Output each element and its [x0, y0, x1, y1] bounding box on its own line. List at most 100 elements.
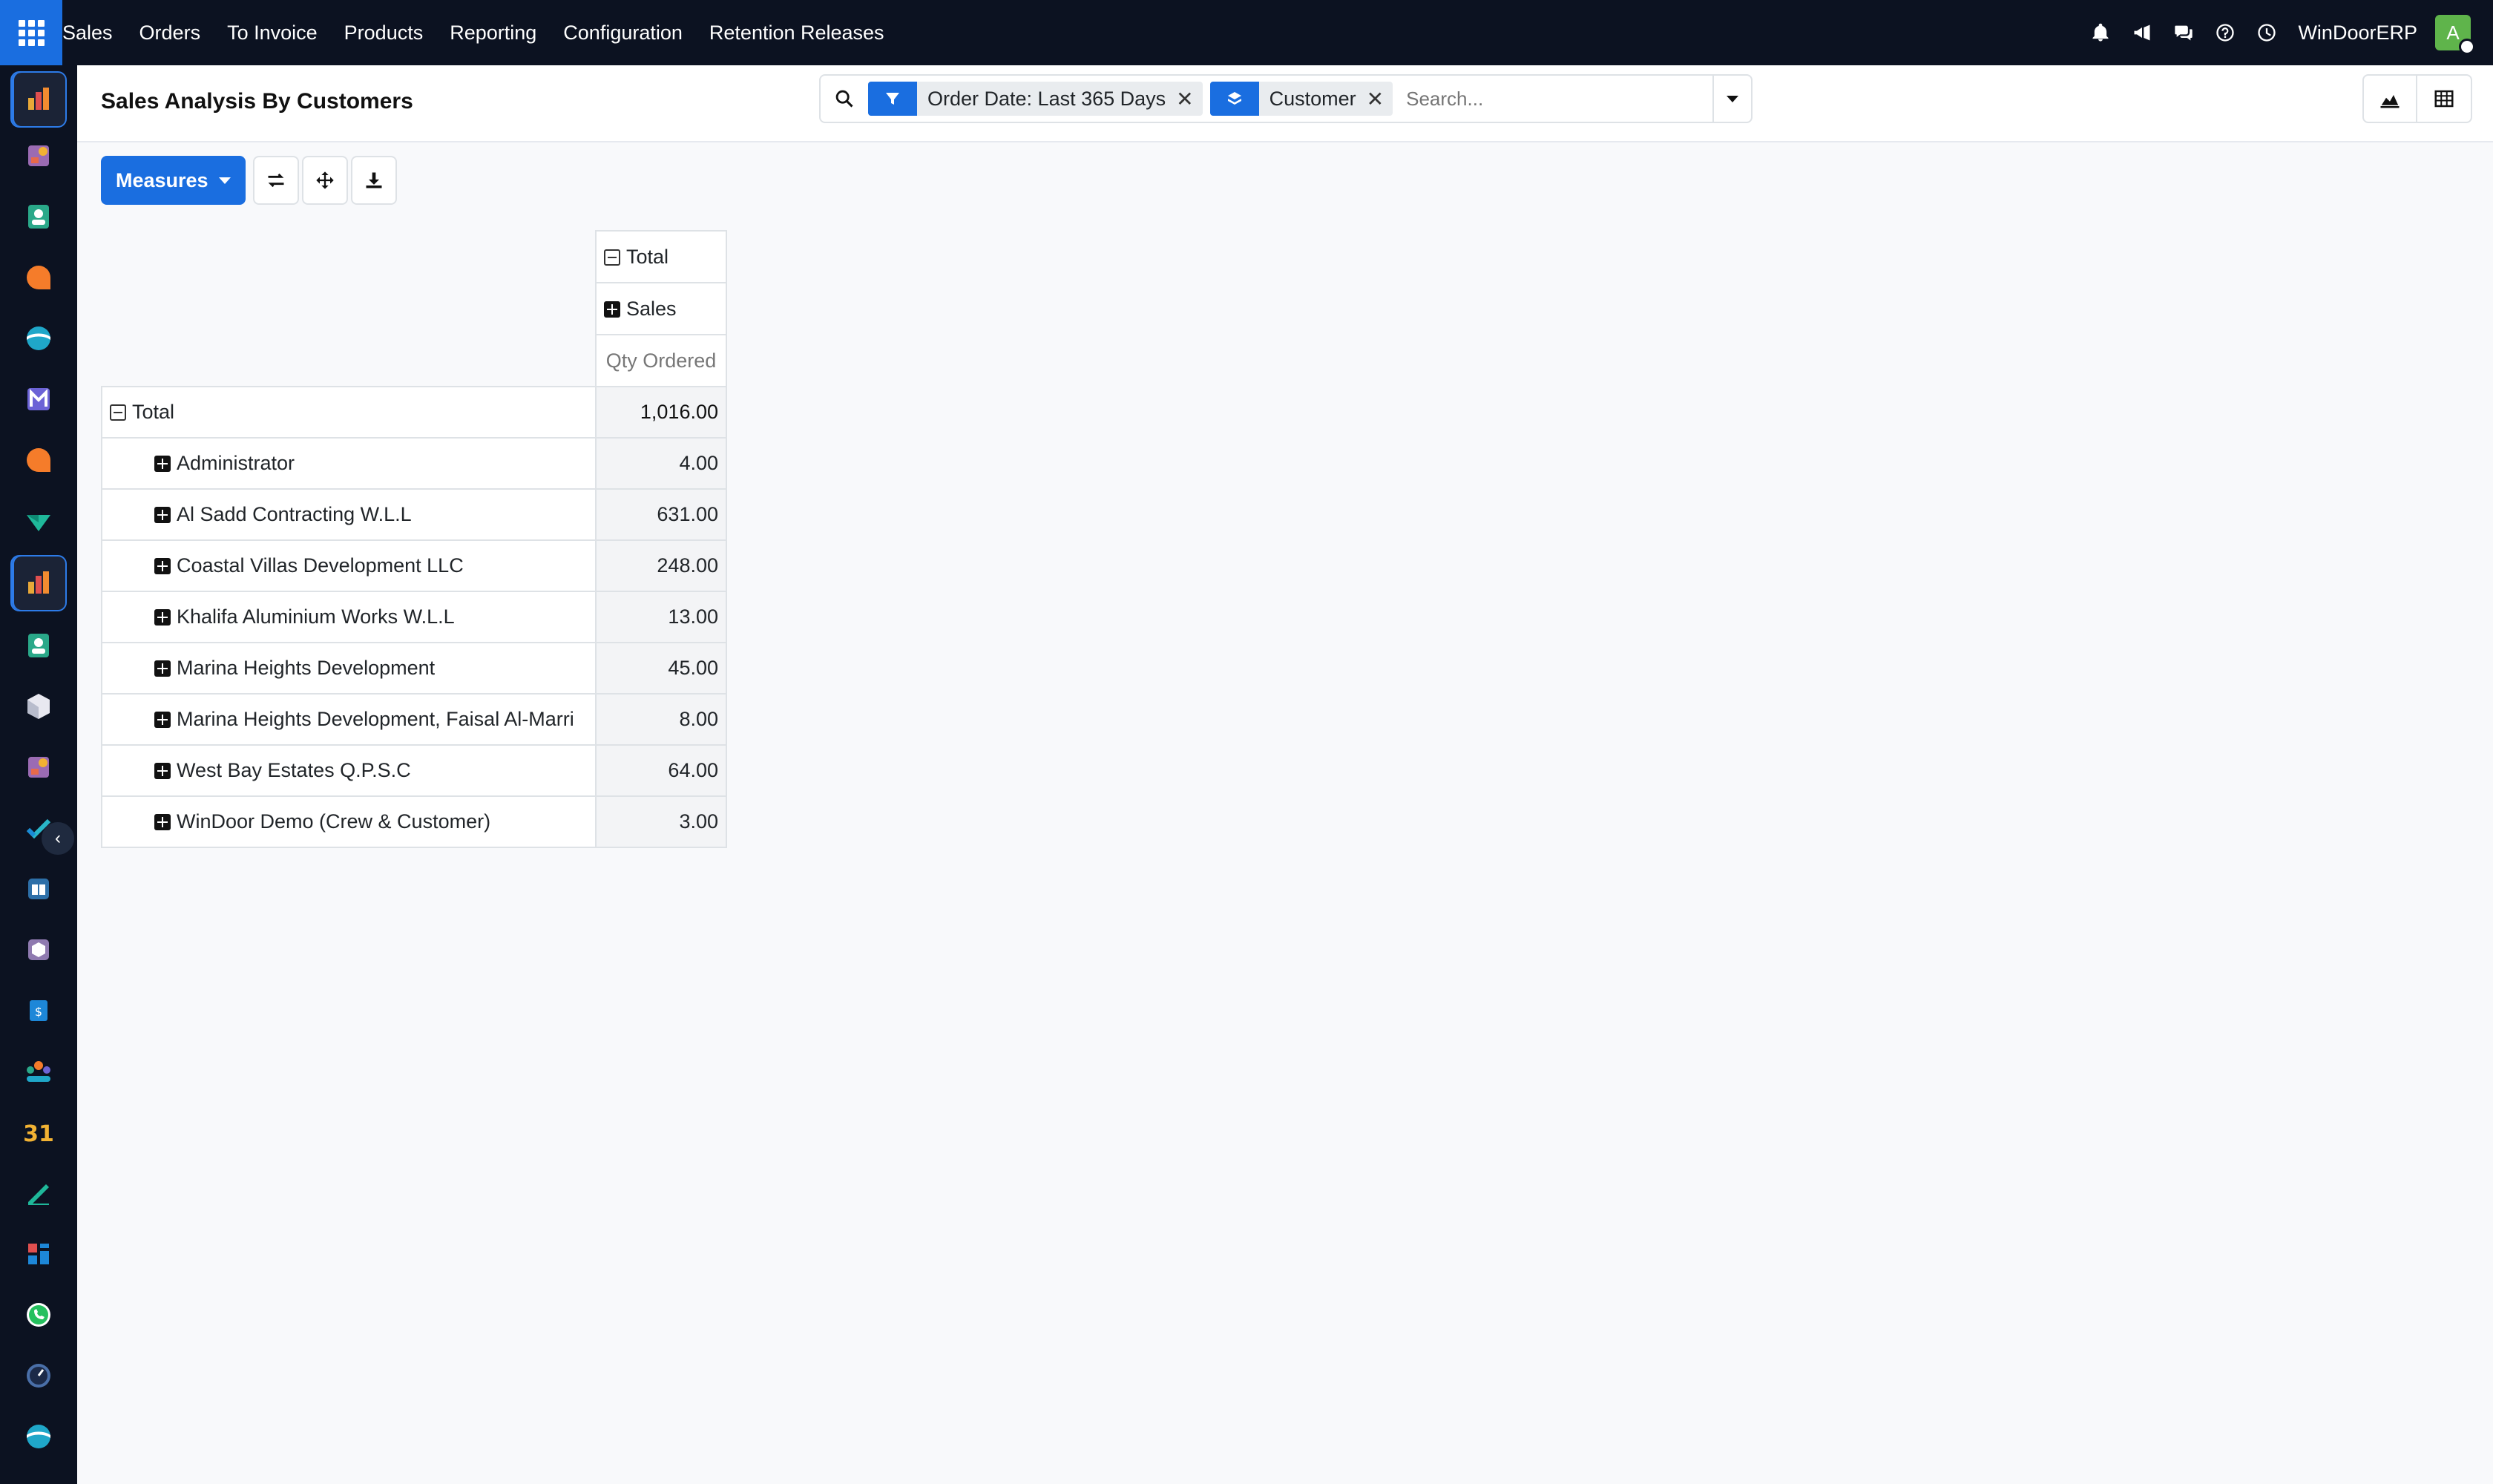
dock-inventory-app[interactable] — [10, 493, 67, 549]
dashboards-app-icon — [28, 1244, 49, 1264]
menu-sales[interactable]: Sales — [62, 0, 126, 65]
presence-status-icon — [2459, 39, 2475, 55]
row-label: Marina Heights Development — [177, 657, 436, 679]
measures-dropdown-button[interactable]: Measures — [101, 156, 246, 205]
dock-calendar-app[interactable]: 31 — [10, 1104, 67, 1160]
dock-dashboards-app[interactable] — [10, 1226, 67, 1282]
col-header-total[interactable]: Total — [595, 230, 727, 283]
expand-icon — [154, 814, 171, 830]
dock-time-off-app[interactable] — [10, 1347, 67, 1404]
app-dock: $ 31 ‹ — [0, 65, 77, 1484]
discuss-app-icon — [27, 266, 50, 289]
arrows-move-icon — [315, 171, 334, 189]
row-header[interactable]: Administrator — [101, 437, 597, 490]
value-cell[interactable]: 45.00 — [595, 642, 727, 695]
graph-view-button[interactable] — [2362, 74, 2417, 123]
dock-contacts-app[interactable] — [10, 188, 67, 245]
email-marketing-app-icon — [27, 388, 50, 410]
dock-team-app[interactable] — [10, 1043, 67, 1100]
filter-facet: Order Date: Last 365 Days ✕ — [868, 82, 1203, 116]
collapse-dock-button[interactable]: ‹ — [42, 822, 74, 855]
search-icon[interactable] — [821, 76, 868, 122]
value-cell[interactable]: 8.00 — [595, 693, 727, 746]
menu-retention-releases[interactable]: Retention Releases — [696, 0, 898, 65]
dock-knowledge-app[interactable] — [10, 861, 67, 917]
systray: WinDoorERP A — [2080, 0, 2493, 65]
chat-icon[interactable] — [2163, 0, 2204, 65]
download-xlsx-button[interactable] — [350, 156, 397, 205]
sales-app-icon — [28, 571, 49, 594]
expand-icon — [154, 712, 171, 728]
search-input[interactable] — [1400, 76, 1712, 121]
megaphone-icon[interactable] — [2121, 0, 2163, 65]
area-chart-icon — [2380, 95, 2400, 108]
dock-purchase-app[interactable] — [10, 678, 67, 735]
col-total-label: Total — [626, 245, 669, 268]
remove-facet-close-icon[interactable]: ✕ — [1176, 87, 1202, 111]
pivot-toolbar: Measures — [101, 156, 397, 205]
value-cell[interactable]: 64.00 — [595, 744, 727, 797]
dock-sales-app[interactable] — [10, 71, 67, 128]
row-header[interactable]: Al Sadd Contracting W.L.L — [101, 488, 597, 541]
row-header[interactable]: Khalifa Aluminium Works W.L.L — [101, 591, 597, 643]
table-row: Coastal Villas Development LLC 248.00 — [101, 539, 727, 592]
row-header-total[interactable]: Total — [101, 386, 597, 439]
grand-total-cell[interactable]: 1,016.00 — [595, 386, 727, 439]
search-options-toggle[interactable] — [1712, 76, 1751, 122]
group-by-layers-icon — [1209, 82, 1259, 116]
row-header[interactable]: Marina Heights Development, Faisal Al-Ma… — [101, 693, 597, 746]
company-switcher[interactable]: WinDoorERP — [2298, 22, 2417, 45]
project-app-icon — [28, 145, 49, 166]
dock-discuss-app[interactable] — [10, 249, 67, 306]
field-service-app-icon — [28, 757, 49, 778]
table-row: Administrator 4.00 — [101, 437, 727, 490]
menu-products[interactable]: Products — [331, 0, 437, 65]
pivot-view-button[interactable] — [2417, 74, 2472, 123]
value-cell[interactable]: 631.00 — [595, 488, 727, 541]
row-header[interactable]: Coastal Villas Development LLC — [101, 539, 597, 592]
page-title: Sales Analysis By Customers — [101, 89, 413, 114]
row-header[interactable]: West Bay Estates Q.P.S.C — [101, 744, 597, 797]
menu-reporting[interactable]: Reporting — [436, 0, 550, 65]
dock-employees-app[interactable] — [10, 617, 67, 674]
dock-email-marketing-app[interactable] — [10, 371, 67, 427]
dock-live-chat-app[interactable] — [10, 432, 67, 488]
facet-label: Order Date: Last 365 Days — [927, 87, 1166, 110]
value-cell[interactable]: 4.00 — [595, 437, 727, 490]
dock-whatsapp-app[interactable] — [10, 1287, 67, 1343]
menu-configuration[interactable]: Configuration — [550, 0, 696, 65]
value-cell[interactable]: 3.00 — [595, 795, 727, 848]
clock-icon[interactable] — [2246, 0, 2287, 65]
value-cell[interactable]: 13.00 — [595, 591, 727, 643]
dock-field-service-app[interactable] — [10, 739, 67, 795]
facet-label: Customer — [1269, 87, 1356, 110]
dock-project-app[interactable] — [10, 128, 67, 184]
team-app-icon — [27, 1061, 50, 1082]
row-header[interactable]: Marina Heights Development — [101, 642, 597, 695]
expand-icon — [154, 763, 171, 779]
dock-accounting-app[interactable]: $ — [10, 982, 67, 1039]
dock-website-app[interactable] — [10, 310, 67, 367]
expand-all-button[interactable] — [301, 156, 348, 205]
menu-to-invoice[interactable]: To Invoice — [214, 0, 331, 65]
menu-orders[interactable]: Orders — [126, 0, 214, 65]
live-chat-app-icon — [27, 448, 50, 472]
expand-icon — [154, 609, 171, 626]
collapse-icon — [110, 404, 126, 421]
table-row: Al Sadd Contracting W.L.L 631.00 — [101, 488, 727, 541]
purchase-app-icon — [27, 694, 50, 719]
col-header-sales[interactable]: Sales — [595, 282, 727, 335]
row-header[interactable]: WinDoor Demo (Crew & Customer) — [101, 795, 597, 848]
value-cell[interactable]: 248.00 — [595, 539, 727, 592]
help-icon[interactable] — [2204, 0, 2246, 65]
dock-sign-app[interactable] — [10, 1165, 67, 1221]
user-avatar[interactable]: A — [2435, 15, 2475, 55]
measure-header[interactable]: Qty Ordered — [595, 334, 727, 387]
bell-icon[interactable] — [2080, 0, 2121, 65]
flip-axis-button[interactable] — [252, 156, 299, 205]
app-menu-button[interactable] — [0, 0, 62, 65]
remove-facet-close-icon[interactable]: ✕ — [1367, 87, 1393, 111]
dock-manufacturing-app[interactable] — [10, 922, 67, 978]
dock-website-app-2[interactable] — [10, 1408, 67, 1465]
dock-sales-app-current[interactable] — [10, 555, 67, 611]
